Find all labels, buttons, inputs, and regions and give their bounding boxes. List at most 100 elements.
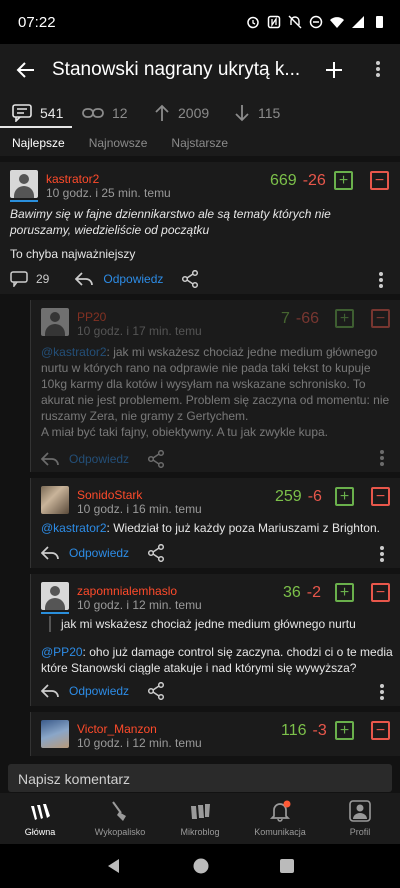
sort-newest[interactable]: Najnowsze xyxy=(77,136,160,150)
comment-time: 10 godz. i 12 min. temu xyxy=(77,598,202,612)
replies-count[interactable]: 29 xyxy=(36,272,49,286)
score-plus: 259 xyxy=(275,488,302,505)
comments-icon xyxy=(12,104,32,122)
reply-icon xyxy=(41,684,59,698)
nav-mikroblog[interactable]: Mikroblog xyxy=(160,793,240,844)
mention-link[interactable]: @kastrator2 xyxy=(41,345,107,359)
share-icon[interactable] xyxy=(147,544,165,562)
nav-komunikacja[interactable]: Komunikacja xyxy=(240,793,320,844)
score-plus: 669 xyxy=(270,172,297,189)
back-button[interactable] xyxy=(0,44,52,96)
page-title: Stanowski nagrany ukrytą k... xyxy=(52,59,301,80)
upvote-button[interactable]: + xyxy=(335,487,354,506)
bell-icon xyxy=(269,800,291,822)
active-tab-indicator xyxy=(0,126,72,128)
downvote-button[interactable]: − xyxy=(371,721,390,740)
comment-text-body: : Wiedział to już każdy poza Mariuszami … xyxy=(106,521,380,535)
home-circle-icon[interactable] xyxy=(193,858,209,874)
arrow-left-icon xyxy=(16,62,34,78)
sort-best[interactable]: Najlepsze xyxy=(0,136,77,150)
nav-profil-label: Profil xyxy=(349,827,371,837)
profile-icon xyxy=(349,800,371,822)
comment-more-button[interactable] xyxy=(380,450,384,468)
comment-time: 10 godz. i 25 min. temu xyxy=(46,186,171,200)
comment-actions: 29 Odpowiedz xyxy=(10,270,199,288)
home-icon xyxy=(31,804,50,820)
upvotes-count: 2009 xyxy=(178,105,210,121)
comment-author[interactable]: SonidoStark xyxy=(77,488,142,502)
comment-actions: Odpowiedz xyxy=(41,682,165,700)
tab-links[interactable]: 12 xyxy=(74,96,144,130)
tab-comments[interactable]: 541 xyxy=(0,96,74,130)
nfc-icon xyxy=(267,15,281,29)
reply-icon xyxy=(41,452,59,466)
nav-wykopalisko[interactable]: Wykopalisko xyxy=(80,793,160,844)
arrow-down-icon xyxy=(235,105,249,122)
downvote-button[interactable]: − xyxy=(370,171,389,190)
downvotes-count: 115 xyxy=(258,105,281,121)
comment-score: 36 -2 xyxy=(283,584,321,602)
comment-author[interactable]: PP20 xyxy=(77,310,106,324)
sort-oldest[interactable]: Najstarsze xyxy=(159,136,240,150)
comment: zapomnialemhaslo 10 godz. i 12 min. temu… xyxy=(30,574,400,706)
comment-score: 116 -3 xyxy=(281,722,327,740)
reply-button[interactable]: Odpowiedz xyxy=(41,452,129,466)
plus-icon xyxy=(326,62,342,78)
avatar[interactable] xyxy=(41,486,69,514)
wifi-icon xyxy=(330,17,344,28)
share-icon[interactable] xyxy=(147,450,165,468)
downvote-button[interactable]: − xyxy=(371,487,390,506)
upvote-button[interactable]: + xyxy=(335,309,354,328)
comment-score: 669 -26 xyxy=(270,172,326,190)
nav-home[interactable]: Główna xyxy=(0,793,80,844)
avatar[interactable] xyxy=(10,170,38,198)
mention-link[interactable]: @kastrator2 xyxy=(41,521,107,535)
kebab-icon xyxy=(376,61,380,79)
score-plus: 7 xyxy=(281,310,290,327)
recents-square-icon[interactable] xyxy=(280,859,295,873)
upvote-button[interactable]: + xyxy=(334,171,353,190)
replies-icon xyxy=(10,271,28,287)
reply-button[interactable]: Odpowiedz xyxy=(75,272,163,286)
nav-profil[interactable]: Profil xyxy=(320,793,400,844)
comment-text: @kastrator2: Wiedział to już każdy poza … xyxy=(41,520,393,536)
share-icon[interactable] xyxy=(147,682,165,700)
comment: PP20 10 godz. i 17 min. temu 7 -66 + − @… xyxy=(30,300,400,472)
downvote-button[interactable]: − xyxy=(371,583,390,602)
comment-input[interactable]: Napisz komentarz xyxy=(8,764,392,792)
app-bar: Stanowski nagrany ukrytą k... xyxy=(0,44,400,96)
comment-actions: Odpowiedz xyxy=(41,544,165,562)
comment-text: Bawimy się w fajne dziennikarstwo ale są… xyxy=(10,207,331,237)
comment-author[interactable]: Victor_Manzon xyxy=(77,722,157,736)
reply-button[interactable]: Odpowiedz xyxy=(41,684,129,698)
comment-author[interactable]: kastrator2 xyxy=(46,172,99,186)
tab-downvotes[interactable]: 115 xyxy=(224,96,294,130)
comment-more-button[interactable] xyxy=(380,546,384,564)
bottom-nav: Główna Wykopalisko Mikroblog Komunikacja… xyxy=(0,793,400,844)
system-nav-bar xyxy=(0,844,400,888)
comment-author[interactable]: zapomnialemhaslo xyxy=(77,584,177,598)
upvote-button[interactable]: + xyxy=(335,721,354,740)
avatar[interactable] xyxy=(41,582,69,610)
more-button[interactable] xyxy=(356,44,400,96)
reply-button[interactable]: Odpowiedz xyxy=(41,546,129,560)
comment-more-button[interactable] xyxy=(379,272,383,290)
comment-more-button[interactable] xyxy=(380,684,384,702)
comment-text: A miał być taki fajny, obiektywny. A tu … xyxy=(41,425,329,439)
add-button[interactable] xyxy=(312,44,356,96)
tab-upvotes[interactable]: 2009 xyxy=(144,96,224,130)
avatar[interactable] xyxy=(41,720,69,748)
share-icon[interactable] xyxy=(181,270,199,288)
downvote-button[interactable]: − xyxy=(371,309,390,328)
comment-text: @kastrator2: jak mi wskażesz chociaż jed… xyxy=(41,344,393,424)
nav-wykopalisko-label: Wykopalisko xyxy=(94,827,146,837)
comments-count: 541 xyxy=(40,105,64,121)
comment-actions: Odpowiedz xyxy=(41,450,165,468)
mention-link[interactable]: @PP20 xyxy=(41,645,83,659)
status-icons xyxy=(246,15,386,29)
score-minus: -66 xyxy=(295,310,320,327)
upvote-button[interactable]: + xyxy=(335,583,354,602)
link-icon xyxy=(82,108,104,118)
avatar[interactable] xyxy=(41,308,69,336)
back-triangle-icon[interactable] xyxy=(106,858,122,874)
